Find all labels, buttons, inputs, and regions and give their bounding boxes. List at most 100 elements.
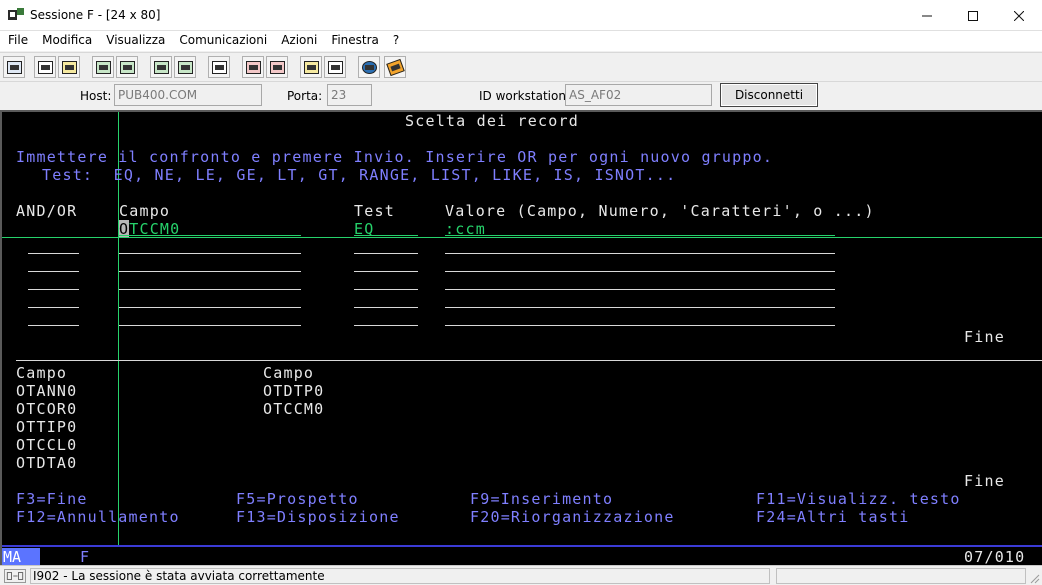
status-ma: MA bbox=[2, 548, 40, 565]
keyboard-icon bbox=[211, 60, 227, 74]
macro-record-icon bbox=[245, 60, 261, 74]
macro-stop-button[interactable] bbox=[266, 56, 288, 78]
receive-icon bbox=[119, 60, 135, 74]
macro-play-button[interactable] bbox=[300, 56, 322, 78]
edit-note-button[interactable] bbox=[384, 56, 406, 78]
print-screen-button[interactable] bbox=[3, 56, 25, 78]
fkey-f12[interactable]: F12=Annullamento bbox=[16, 508, 180, 526]
send-icon bbox=[95, 60, 111, 74]
print-screen-icon bbox=[6, 60, 22, 74]
field-item: OTCCL0 bbox=[16, 436, 78, 454]
header-andor: AND/OR bbox=[16, 202, 78, 220]
andor-field-4[interactable] bbox=[28, 289, 79, 290]
field-item: OTTIP0 bbox=[16, 418, 78, 436]
field-item: OTCCM0 bbox=[263, 400, 325, 418]
campo-field-3[interactable] bbox=[119, 271, 301, 272]
maximize-button[interactable] bbox=[950, 0, 996, 31]
fields-header-left: Campo bbox=[16, 364, 68, 382]
menu-modifica[interactable]: Modifica bbox=[35, 31, 99, 51]
send-button[interactable] bbox=[92, 56, 114, 78]
fkey-f3[interactable]: F3=Fine bbox=[16, 490, 88, 508]
copy-button[interactable] bbox=[34, 56, 56, 78]
menu-azioni[interactable]: Azioni bbox=[274, 31, 324, 51]
valore-field-5[interactable] bbox=[445, 307, 835, 308]
keypad-button[interactable] bbox=[174, 56, 196, 78]
globe-button[interactable] bbox=[358, 56, 380, 78]
copy-icon bbox=[37, 60, 53, 74]
host-label: Host: bbox=[80, 89, 112, 103]
maximize-icon bbox=[968, 10, 978, 21]
test-field-2[interactable] bbox=[354, 253, 418, 254]
terminal-screen[interactable]: Scelta dei record Immettere il confronto… bbox=[0, 110, 1042, 565]
campo-field-5[interactable] bbox=[119, 307, 301, 308]
menu-finestra[interactable]: Finestra bbox=[324, 31, 386, 51]
field-item: OTDTA0 bbox=[16, 454, 78, 472]
menu-comunicazioni[interactable]: Comunicazioni bbox=[172, 31, 274, 51]
valore-field-4[interactable] bbox=[445, 289, 835, 290]
andor-field-3[interactable] bbox=[28, 271, 79, 272]
keyboard-button[interactable] bbox=[208, 56, 230, 78]
receive-button[interactable] bbox=[116, 56, 138, 78]
menu-bar: File Modifica Visualizza Comunicazioni A… bbox=[0, 31, 1042, 51]
resize-grip-icon[interactable] bbox=[1028, 572, 1040, 584]
campo-field-2[interactable] bbox=[119, 253, 301, 254]
header-valore: Valore (Campo, Numero, 'Caratteri', o ..… bbox=[445, 202, 875, 220]
test-field-3[interactable] bbox=[354, 271, 418, 272]
close-button[interactable] bbox=[996, 0, 1042, 31]
test-field-4[interactable] bbox=[354, 289, 418, 290]
workstation-field[interactable]: AS_AF02 bbox=[565, 84, 712, 106]
fine-indicator-1: Fine bbox=[964, 328, 1005, 346]
port-field[interactable]: 23 bbox=[327, 84, 372, 106]
section-separator bbox=[16, 360, 1042, 361]
andor-field-5[interactable] bbox=[28, 307, 79, 308]
valore-field-6[interactable] bbox=[445, 325, 835, 326]
session-status-icon bbox=[4, 569, 26, 583]
fkey-f20[interactable]: F20=Riorganizzazione bbox=[470, 508, 675, 526]
disconnect-button[interactable]: Disconnetti bbox=[720, 83, 818, 107]
edit-note-icon bbox=[385, 58, 405, 76]
menu-help[interactable]: ? bbox=[386, 31, 406, 51]
test-field-6[interactable] bbox=[354, 325, 418, 326]
close-icon bbox=[1014, 10, 1024, 21]
andor-field-6[interactable] bbox=[28, 325, 79, 326]
menu-visualizza[interactable]: Visualizza bbox=[99, 31, 172, 51]
macro-stop-icon bbox=[269, 60, 285, 74]
paste-button[interactable] bbox=[58, 56, 80, 78]
minimize-button[interactable] bbox=[904, 0, 950, 31]
fkey-f5[interactable]: F5=Prospetto bbox=[236, 490, 359, 508]
fkey-f24[interactable]: F24=Altri tasti bbox=[756, 508, 909, 526]
row1-campo-underline bbox=[119, 235, 301, 236]
app-icon bbox=[8, 8, 24, 20]
connection-bar: Host: PUB400.COM Porta: 23 ID workstatio… bbox=[0, 82, 1042, 110]
display-icon bbox=[153, 60, 169, 74]
cursor-position: 07/010 bbox=[964, 548, 1026, 565]
oia-separator bbox=[2, 545, 1042, 547]
window-title: Sessione F - [24 x 80] bbox=[30, 8, 161, 22]
display-button[interactable] bbox=[150, 56, 172, 78]
screen-title: Scelta dei record bbox=[405, 112, 579, 130]
minimize-icon bbox=[922, 15, 932, 16]
andor-field-2[interactable] bbox=[28, 253, 79, 254]
row1-valore-underline bbox=[445, 235, 835, 236]
paste-icon bbox=[61, 60, 77, 74]
fields-header-right: Campo bbox=[263, 364, 315, 382]
fkey-f9[interactable]: F9=Inserimento bbox=[470, 490, 613, 508]
menu-file[interactable]: File bbox=[0, 31, 35, 51]
test-field-5[interactable] bbox=[354, 307, 418, 308]
fkey-f11[interactable]: F11=Visualizz. testo bbox=[756, 490, 961, 508]
operator-info-area: MA F 07/010 bbox=[2, 545, 1042, 565]
valore-field-3[interactable] bbox=[445, 271, 835, 272]
field-item: OTANN0 bbox=[16, 382, 78, 400]
status-panel bbox=[776, 568, 1026, 584]
fine-indicator-2: Fine bbox=[964, 472, 1005, 490]
macro-playback-button[interactable] bbox=[324, 56, 346, 78]
macro-play-icon bbox=[303, 60, 319, 74]
host-field[interactable]: PUB400.COM bbox=[114, 84, 262, 106]
campo-field-4[interactable] bbox=[119, 289, 301, 290]
valore-field-2[interactable] bbox=[445, 253, 835, 254]
macro-record-button[interactable] bbox=[242, 56, 264, 78]
status-session-id: F bbox=[80, 548, 91, 565]
campo-field-6[interactable] bbox=[119, 325, 301, 326]
fkey-f13[interactable]: F13=Disposizione bbox=[236, 508, 400, 526]
title-bar: Sessione F - [24 x 80] bbox=[0, 0, 1042, 31]
